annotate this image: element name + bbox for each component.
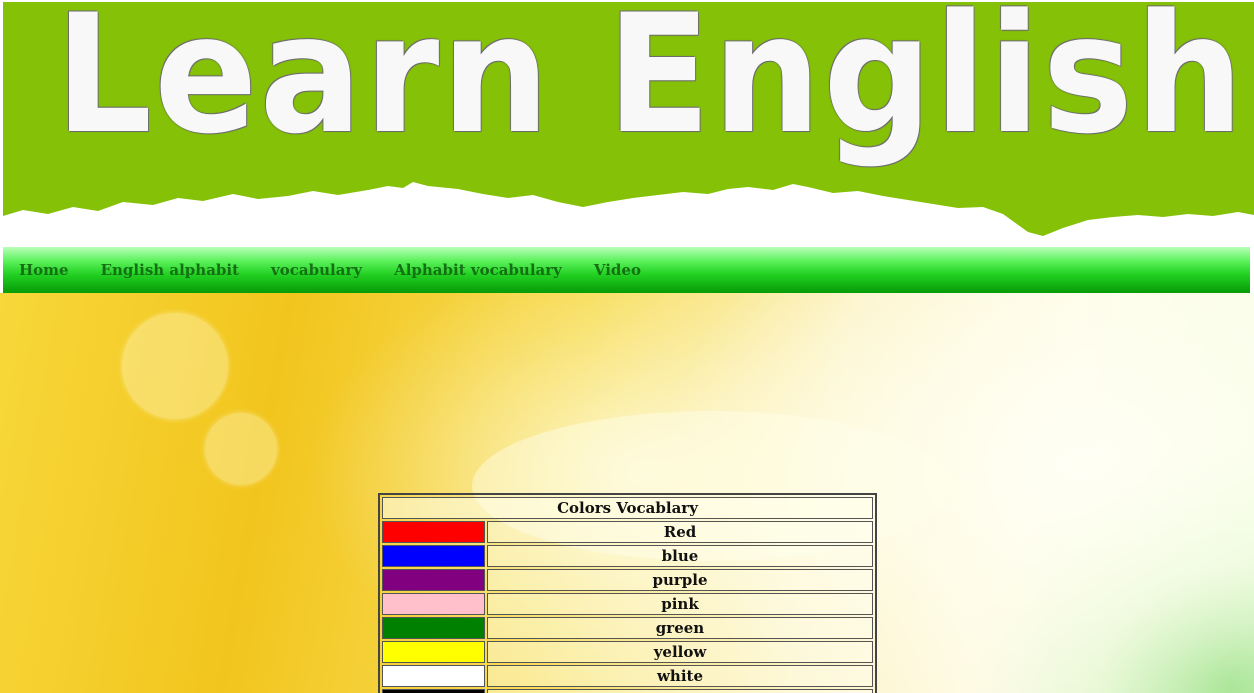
table-row: pink (382, 593, 873, 615)
color-name: green (487, 617, 873, 639)
nav-item-video[interactable]: Video (594, 261, 641, 279)
page: Learn English Home English alphabit voca… (0, 0, 1254, 693)
colors-vocabulary-table: Colors Vocablary Red blue purple pink gr… (378, 493, 877, 693)
nav-item-vocabulary[interactable]: vocabulary (271, 261, 362, 279)
table-row: green (382, 617, 873, 639)
table-row (382, 689, 873, 693)
table-row: white (382, 665, 873, 687)
main-nav: Home English alphabit vocabulary Alphabi… (3, 247, 1250, 293)
color-swatch (382, 545, 485, 567)
color-swatch (382, 617, 485, 639)
color-swatch (382, 521, 485, 543)
color-name: yellow (487, 641, 873, 663)
table-row: yellow (382, 641, 873, 663)
nav-item-home[interactable]: Home (19, 261, 69, 279)
color-name: pink (487, 593, 873, 615)
nav-item-english-alphabit[interactable]: English alphabit (101, 261, 239, 279)
header-banner: Learn English (3, 2, 1254, 247)
table-row: Red (382, 521, 873, 543)
table-row: blue (382, 545, 873, 567)
color-name: Red (487, 521, 873, 543)
color-swatch (382, 641, 485, 663)
color-swatch (382, 569, 485, 591)
site-title: Learn English (55, 2, 1246, 170)
color-name (487, 689, 873, 693)
table-row: purple (382, 569, 873, 591)
color-swatch (382, 593, 485, 615)
color-name: white (487, 665, 873, 687)
color-name: purple (487, 569, 873, 591)
bokeh-circle (205, 413, 277, 485)
nav-item-alphabit-vocabulary[interactable]: Alphabit vocabulary (394, 261, 562, 279)
color-name: blue (487, 545, 873, 567)
color-swatch (382, 689, 485, 693)
bokeh-circle (122, 313, 228, 419)
table-title: Colors Vocablary (382, 497, 873, 519)
color-swatch (382, 665, 485, 687)
